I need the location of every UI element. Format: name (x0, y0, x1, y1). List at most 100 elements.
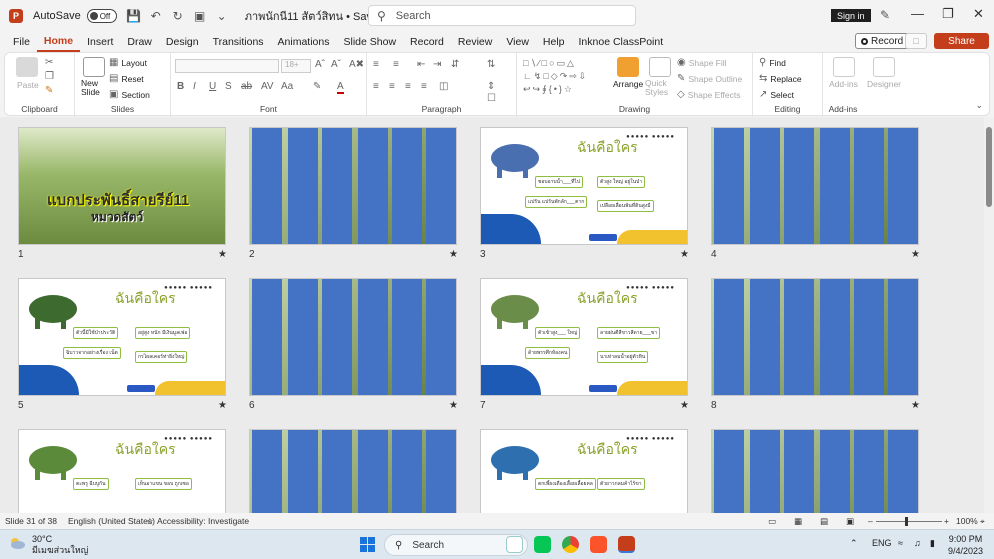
reading-view-icon[interactable]: ▤ (820, 516, 828, 527)
line-spacing-icon[interactable]: ⇵ (451, 59, 459, 70)
shadow-icon[interactable]: S (225, 81, 232, 92)
transition-star-icon[interactable]: ★ (449, 249, 458, 260)
undo-icon[interactable]: ↶ (147, 7, 165, 25)
zoom-in-icon[interactable]: + (944, 516, 949, 526)
text-direction-icon[interactable]: ⇅ (487, 59, 495, 70)
shape-fill-button[interactable]: ◉ Shape Fill (677, 57, 727, 68)
format-painter-icon[interactable]: ✎ (45, 85, 53, 96)
system-clock[interactable]: 9:00 PM 9/4/2023 (948, 533, 983, 557)
comment-icon[interactable]: □ (905, 33, 927, 49)
tab-inknoe-classpoint[interactable]: Inknoe ClassPoint (572, 32, 671, 52)
transition-star-icon[interactable]: ★ (680, 249, 689, 260)
justify-icon[interactable]: ≡ (421, 81, 427, 92)
slide-thumbnail[interactable]: ●●●●● ●●●●● ฉันคือใคร ตัวนี้มีใช้ป่าประวัต… (18, 278, 226, 396)
slide-thumbnail[interactable]: ●●●●● ●●●●● ฉันคือใคร ตัวเข้าสูง___ ใหญ่ ลา… (480, 278, 688, 396)
battery-icon[interactable]: ▮ (930, 538, 935, 549)
weather-widget[interactable]: 30°C มีเมฆส่วนใหญ่ (32, 534, 88, 556)
section-button[interactable]: ▣ Section (109, 89, 150, 100)
slide-thumbnail[interactable]: ●●●●● ●●●●● ฉันคือใคร ตะพรู ฉีบบูกัน เห็นอา… (18, 429, 226, 513)
scrollbar-thumb[interactable] (986, 127, 992, 207)
tab-slide-show[interactable]: Slide Show (337, 32, 404, 52)
brave-icon[interactable] (590, 536, 607, 553)
slide-thumbnail[interactable] (711, 278, 919, 396)
maximize-icon[interactable]: ❐ (942, 6, 954, 22)
addins-button[interactable]: Add-ins (829, 79, 858, 89)
new-slide-icon[interactable] (83, 57, 105, 77)
decrease-indent-icon[interactable]: ⇤ (417, 59, 425, 70)
reset-button[interactable]: ▤ Reset (109, 73, 144, 84)
align-text-icon[interactable]: ⇕ (487, 81, 495, 92)
save-icon[interactable]: 💾 (125, 7, 143, 25)
tab-file[interactable]: File (6, 32, 37, 52)
transition-star-icon[interactable]: ★ (449, 400, 458, 411)
record-button[interactable]: Record (855, 33, 910, 49)
italic-icon[interactable]: I (193, 81, 196, 92)
close-icon[interactable]: ✕ (973, 6, 984, 22)
designer-icon[interactable] (873, 57, 895, 77)
clear-format-icon[interactable]: A✖ (349, 59, 364, 70)
new-slide-button[interactable]: New Slide (81, 79, 100, 97)
arrange-button[interactable]: Arrange (613, 79, 643, 89)
layout-button[interactable]: ▦ Layout (109, 57, 147, 68)
addins-icon[interactable] (833, 57, 855, 77)
underline-icon[interactable]: U (209, 81, 216, 92)
collapse-ribbon-icon[interactable]: ⌄ (975, 100, 983, 111)
normal-view-icon[interactable]: ▭ (768, 516, 776, 527)
paste-icon[interactable] (16, 57, 38, 77)
search-box[interactable]: ⚲ Search (368, 5, 636, 26)
paste-button[interactable]: Paste (17, 80, 39, 90)
quick-styles-icon[interactable] (649, 57, 671, 77)
align-left-icon[interactable]: ≡ (373, 81, 379, 92)
zoom-level[interactable]: 100% (956, 516, 978, 526)
bing-icon[interactable] (506, 536, 523, 553)
slide-thumbnail[interactable] (249, 429, 457, 513)
tab-design[interactable]: Design (159, 32, 206, 52)
slide-thumbnail[interactable]: ●●●●● ●●●●● ฉันคือใคร ตกเพี้ยงเดืองเลื้อยเ… (480, 429, 688, 513)
align-right-icon[interactable]: ≡ (405, 81, 411, 92)
tab-review[interactable]: Review (451, 32, 499, 52)
designer-button[interactable]: Designer (867, 79, 901, 89)
bold-icon[interactable]: B (177, 81, 184, 92)
transition-star-icon[interactable]: ★ (218, 249, 227, 260)
align-center-icon[interactable]: ≡ (389, 81, 395, 92)
increase-indent-icon[interactable]: ⇥ (433, 59, 441, 70)
input-language[interactable]: ENG (872, 538, 892, 548)
zoom-out-icon[interactable]: – (868, 516, 873, 526)
smartart-icon[interactable]: ☐ (487, 93, 496, 104)
transition-star-icon[interactable]: ★ (911, 249, 920, 260)
strikethrough-icon[interactable]: ab (241, 81, 252, 92)
powerpoint-taskbar-icon[interactable] (618, 536, 635, 553)
zoom-slider-thumb[interactable] (905, 517, 908, 526)
cut-icon[interactable]: ✂ (45, 57, 53, 68)
volume-icon[interactable]: ♫ (914, 538, 921, 548)
sign-in-button[interactable]: Sign in (831, 9, 871, 22)
select-button[interactable]: ↗ Select (759, 89, 794, 100)
tab-transitions[interactable]: Transitions (206, 32, 271, 52)
minimize-icon[interactable]: — (911, 6, 924, 21)
bullets-icon[interactable]: ≡ (373, 59, 379, 70)
slide-sorter-view-icon[interactable]: ▦ (794, 516, 802, 527)
zoom-slider[interactable] (876, 521, 942, 522)
tab-animations[interactable]: Animations (271, 32, 337, 52)
slide-thumbnail[interactable] (711, 127, 919, 245)
tab-home[interactable]: Home (36, 32, 81, 52)
autosave-toggle[interactable]: Off (86, 9, 117, 23)
slide-thumbnail[interactable]: แบกประพันธิ์สายรีย์11 หมวดสัตว์ (18, 127, 226, 245)
columns-icon[interactable]: ◫ (439, 81, 448, 92)
shapes-gallery[interactable]: □∖∕□○▭△ ∟↯□◇↷⇨⇩ ↩↪∮{•}☆ (523, 57, 603, 99)
shape-outline-button[interactable]: ✎ Shape Outline (677, 73, 742, 84)
redo-icon[interactable]: ↻ (169, 7, 187, 25)
tab-help[interactable]: Help (536, 32, 572, 52)
arrange-icon[interactable] (617, 57, 639, 77)
font-color-icon[interactable]: A (337, 81, 344, 94)
windows-start-icon[interactable] (360, 537, 375, 552)
customize-toolbar-icon[interactable]: ⌄ (213, 7, 231, 25)
slide-thumbnail[interactable] (249, 278, 457, 396)
font-size-select[interactable]: 18+ (281, 59, 311, 73)
slideshow-view-icon[interactable]: ▣ (846, 516, 854, 527)
shape-effects-button[interactable]: ◇ Shape Effects (677, 89, 740, 100)
change-case-icon[interactable]: Aa (281, 81, 293, 92)
slide-thumbnail[interactable] (711, 429, 919, 513)
transition-star-icon[interactable]: ★ (911, 400, 920, 411)
font-grow-icon[interactable]: Aˆ (315, 59, 325, 70)
